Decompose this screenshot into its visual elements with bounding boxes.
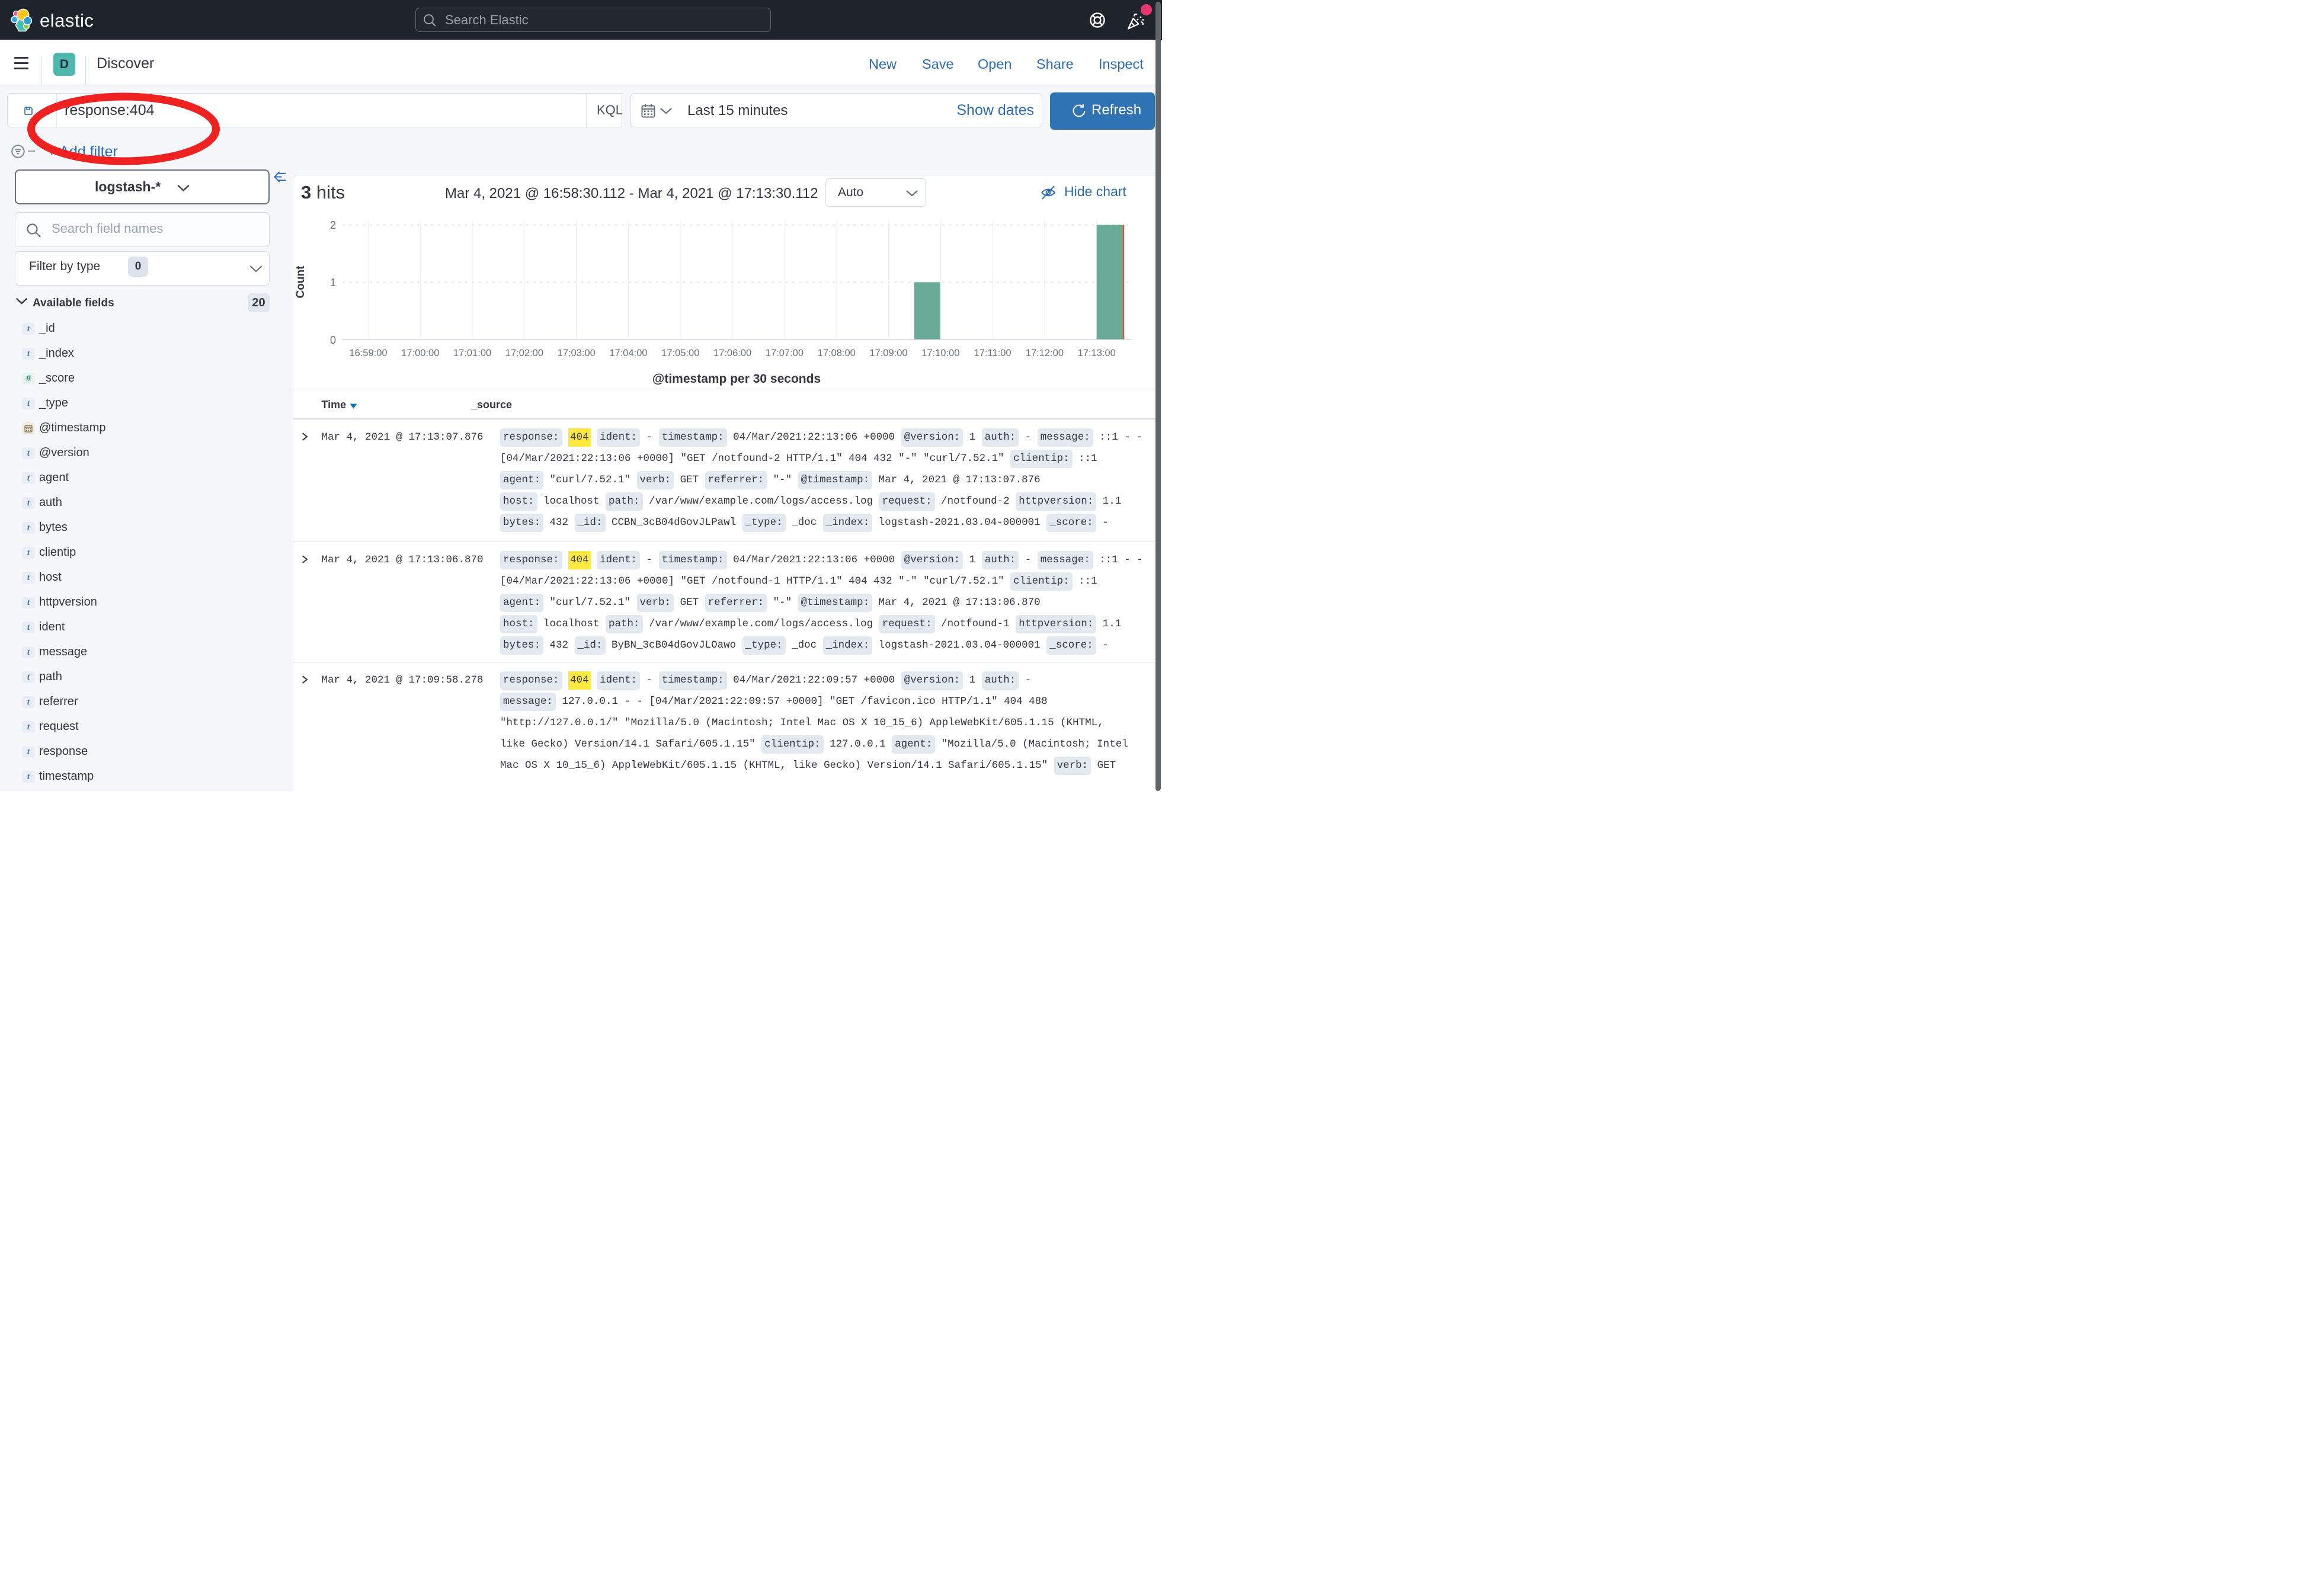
svg-text:17:10:00: 17:10:00 (921, 348, 959, 358)
svg-text:17:12:00: 17:12:00 (1026, 348, 1064, 358)
svg-text:1: 1 (330, 277, 336, 289)
svg-text:17:05:00: 17:05:00 (661, 348, 699, 358)
svg-text:17:03:00: 17:03:00 (558, 348, 596, 358)
svg-text:17:00:00: 17:00:00 (401, 348, 439, 358)
svg-text:17:01:00: 17:01:00 (453, 348, 491, 358)
svg-text:17:08:00: 17:08:00 (818, 348, 856, 358)
svg-text:0: 0 (330, 334, 336, 346)
svg-text:@timestamp per 30 seconds: @timestamp per 30 seconds (652, 372, 821, 386)
svg-text:17:04:00: 17:04:00 (609, 348, 647, 358)
svg-text:17:11:00: 17:11:00 (974, 348, 1011, 358)
svg-text:16:59:00: 16:59:00 (349, 348, 387, 358)
svg-text:2: 2 (330, 219, 336, 231)
svg-text:Count: Count (294, 265, 307, 299)
svg-text:17:07:00: 17:07:00 (766, 348, 804, 358)
svg-text:17:13:00: 17:13:00 (1078, 348, 1116, 358)
svg-text:17:09:00: 17:09:00 (869, 348, 907, 358)
svg-text:17:02:00: 17:02:00 (505, 348, 543, 358)
svg-text:17:06:00: 17:06:00 (713, 348, 751, 358)
